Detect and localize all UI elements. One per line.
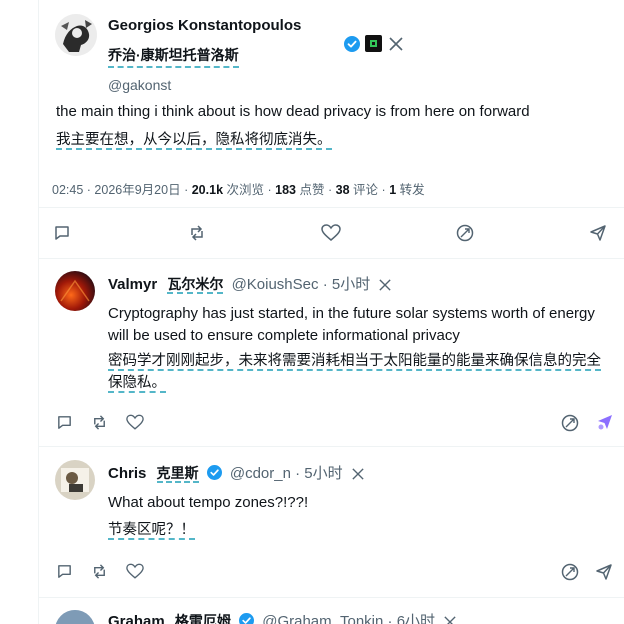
grok-icon[interactable] <box>561 414 579 432</box>
reply-author-name-translated: 格雷厄姆 <box>174 613 231 624</box>
author-handle[interactable]: @gakonst <box>108 77 171 93</box>
reply-text: What about tempo zones?!??! <box>108 494 309 511</box>
reply-tweet[interactable]: Chris 克里斯 @cdor_n · 5小时 What about tempo… <box>39 447 624 597</box>
reposts-label: 转发 <box>399 183 425 197</box>
reply-author-name-translated: 克里斯 <box>156 465 199 483</box>
like-icon[interactable] <box>126 414 144 431</box>
reply-header: Graham 格雷厄姆 @Graham_Tonkin · 6小时 <box>108 610 456 624</box>
divider <box>39 207 624 208</box>
reply-icon[interactable] <box>53 224 71 242</box>
comments-label: 评论 <box>353 183 379 197</box>
comments-count[interactable]: 38 <box>336 183 350 197</box>
like-icon[interactable] <box>321 224 341 242</box>
x-logo-icon[interactable] <box>379 278 392 295</box>
reply-handle[interactable]: @cdor_n <box>230 465 291 482</box>
verified-badge-icon <box>344 36 360 52</box>
author-name-translated: 乔治·康斯坦托普洛斯 <box>108 45 239 68</box>
separator: · <box>267 183 272 197</box>
x-logo-icon[interactable] <box>389 37 403 51</box>
reply-header: Valmyr 瓦尔米尔 @KoiushSec · 5小时 <box>108 273 392 295</box>
tweet-time[interactable]: 02:45 <box>52 183 83 197</box>
likes-count[interactable]: 183 <box>275 183 296 197</box>
grok-icon[interactable] <box>561 563 579 581</box>
share-icon[interactable] <box>589 224 607 242</box>
avatar[interactable] <box>55 14 97 56</box>
views-count: 20.1k <box>191 183 224 197</box>
grok-icon[interactable] <box>456 224 474 242</box>
separator: · <box>381 183 386 197</box>
reply-text: Cryptography has just started, in the fu… <box>108 305 595 344</box>
reply-tweet[interactable]: Graham 格雷厄姆 @Graham_Tonkin · 6小时 <box>39 598 624 624</box>
reply-author-name[interactable]: Graham <box>108 613 165 624</box>
reply-header: Chris 克里斯 @cdor_n · 5小时 <box>108 462 364 484</box>
verified-badge-icon <box>239 613 255 624</box>
reply-author-name[interactable]: Valmyr <box>108 276 157 293</box>
reply-icon[interactable] <box>56 563 73 580</box>
reply-age[interactable]: 5小时 <box>332 276 370 293</box>
reply-age[interactable]: 5小时 <box>304 465 342 482</box>
reply-translation-text: 节奏区呢？！ <box>108 522 195 540</box>
repost-icon[interactable] <box>91 414 108 431</box>
x-logo-icon[interactable] <box>444 615 456 624</box>
views-label: 次浏览 <box>226 183 265 197</box>
avatar[interactable] <box>55 610 95 624</box>
author-name[interactable]: Georgios Konstantopoulos <box>108 17 301 34</box>
tweet-date[interactable]: 2026年9月20日 <box>94 183 180 197</box>
likes-label: 点赞 <box>299 183 325 197</box>
repost-icon[interactable] <box>91 563 108 580</box>
reply-tweet[interactable]: Valmyr 瓦尔米尔 @KoiushSec · 5小时 Cryptograph… <box>39 259 624 446</box>
reply-age[interactable]: 6小时 <box>397 613 435 624</box>
reply-translation: 密码学才刚刚起步，未来将需要消耗相当于太阳能量的能量来确保信息的完全保隐私。 <box>108 350 613 394</box>
share-icon[interactable] <box>595 563 613 581</box>
tweet-actions <box>39 222 624 246</box>
separator: · <box>328 183 333 197</box>
tweet-translation: 我主要在想，从今以后，隐私将彻底消失。 <box>56 129 332 151</box>
verified-badge-icon <box>206 465 222 484</box>
reposts-count[interactable]: 1 <box>389 183 396 197</box>
reply-translation: 节奏区呢？！ <box>108 519 195 541</box>
tweet-meta: 02:45 · 2026年9月20日 · 20.1k 次浏览 · 183 点赞 … <box>52 179 425 198</box>
affiliate-logo-icon[interactable] <box>365 35 382 52</box>
reply-author-name-translated: 瓦尔米尔 <box>167 276 224 294</box>
reply-icon[interactable] <box>56 414 73 431</box>
separator: · <box>86 183 91 197</box>
reply-handle[interactable]: @KoiushSec <box>232 276 319 293</box>
reply-author-name[interactable]: Chris <box>108 465 146 482</box>
reply-translation-text: 密码学才刚刚起步，未来将需要消耗相当于太阳能量的能量来确保信息的完全保隐私。 <box>108 353 601 393</box>
repost-icon[interactable] <box>188 224 206 242</box>
avatar[interactable] <box>55 271 95 311</box>
grok-share-icon[interactable] <box>595 412 615 432</box>
tweet-translation-text: 我主要在想，从今以后，隐私将彻底消失。 <box>56 132 332 150</box>
avatar[interactable] <box>55 460 95 500</box>
timeline: Georgios Konstantopoulos 乔治·康斯坦托普洛斯 @gak… <box>38 0 624 624</box>
main-tweet: Georgios Konstantopoulos 乔治·康斯坦托普洛斯 @gak… <box>39 0 624 207</box>
x-logo-icon[interactable] <box>352 467 364 484</box>
reply-handle[interactable]: @Graham_Tonkin <box>262 613 383 624</box>
like-icon[interactable] <box>126 563 144 580</box>
tweet-text: the main thing i think about is how dead… <box>56 103 530 120</box>
separator: · <box>184 183 189 197</box>
